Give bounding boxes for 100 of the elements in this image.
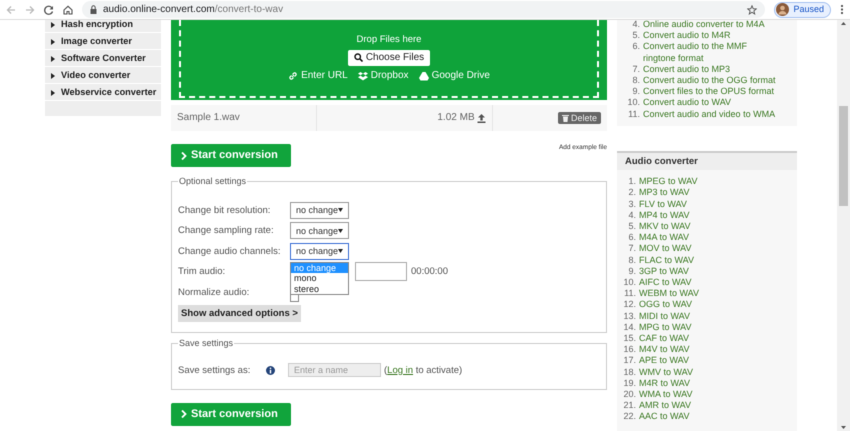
caret-icon xyxy=(338,228,343,233)
lock-icon xyxy=(90,5,97,14)
list-number: 15. xyxy=(622,333,637,344)
converter-link[interactable]: Convert audio to the MMF ringtone format xyxy=(643,41,779,64)
caret-icon xyxy=(51,90,55,96)
profile-button[interactable]: Paused xyxy=(774,2,831,18)
converter-link[interactable]: MPG to WAV xyxy=(639,322,692,334)
caret-icon xyxy=(338,249,343,254)
converter-link[interactable]: Convert audio to WAV xyxy=(643,97,732,109)
reload-icon[interactable] xyxy=(44,4,54,14)
sidebar-item[interactable]: Webservice converter xyxy=(45,84,161,101)
converter-link[interactable]: M4V to WAV xyxy=(639,344,690,356)
dropdown-option[interactable]: mono xyxy=(291,273,348,284)
list-number: 14. xyxy=(622,322,637,334)
choose-files-button[interactable]: Choose Files xyxy=(348,50,430,66)
converter-link[interactable]: MKV to WAV xyxy=(639,221,691,232)
star-icon[interactable] xyxy=(747,4,758,14)
source-link[interactable]: Dropbox xyxy=(358,70,409,82)
source-link[interactable]: Google Drive xyxy=(418,70,490,82)
drop-zone[interactable]: Drop Files here Choose Files Enter URL Dropbox Google Drive xyxy=(171,20,607,100)
converter-link[interactable]: WMV to WAV xyxy=(639,366,693,378)
setting-label: Change bit resolution: xyxy=(178,204,272,216)
converter-link[interactable]: AIFC to WAV xyxy=(639,277,692,288)
converter-link[interactable]: Convert audio to M4R xyxy=(643,30,731,42)
drop-title: Drop Files here xyxy=(356,34,422,46)
converter-link[interactable]: Online audio converter to M4A xyxy=(643,20,765,30)
list-number: 20. xyxy=(622,389,637,400)
list-number: 4. xyxy=(627,210,637,222)
converter-link[interactable]: WEBM to WAV xyxy=(639,288,700,300)
converter-link[interactable]: Convert audio to the OGG format xyxy=(643,75,776,86)
converter-link[interactable]: Convert audio and video to WMA xyxy=(643,108,776,120)
list-number: 16. xyxy=(622,344,637,356)
list-number: 12. xyxy=(622,299,637,311)
converter-link[interactable]: APE to WAV xyxy=(639,355,690,367)
list-number: 8. xyxy=(631,75,641,86)
converter-link[interactable]: CAF to WAV xyxy=(639,333,690,344)
list-number: 11. xyxy=(627,108,641,120)
list-number: 3. xyxy=(627,198,637,210)
converter-link[interactable]: MOV to WAV xyxy=(639,243,692,255)
file-name: Sample 1.wav xyxy=(177,112,240,124)
dropdown-select[interactable]: no change xyxy=(290,202,349,219)
converter-link[interactable]: M4R to WAV xyxy=(639,378,690,390)
address-bar[interactable]: audio.online-convert.com/convert-to-wav xyxy=(82,1,766,18)
converter-link[interactable]: 3GP to WAV xyxy=(639,266,689,278)
scroll-down-icon[interactable] xyxy=(841,426,846,429)
list-number: 4. xyxy=(631,20,641,30)
converter-link[interactable]: M4A to WAV xyxy=(639,232,690,244)
converter-link[interactable]: MPEG to WAV xyxy=(639,176,698,188)
setting-label: Normalize audio: xyxy=(178,286,250,298)
section-legend: Save settings xyxy=(178,339,234,348)
converter-link[interactable]: FLV to WAV xyxy=(639,198,687,210)
file-size: 1.02 MB xyxy=(437,112,475,124)
info-icon[interactable] xyxy=(266,366,275,375)
start-conversion-button[interactable]: Start conversion xyxy=(171,402,291,426)
converter-link[interactable]: MIDI to WAV xyxy=(639,310,690,322)
scroll-thumb[interactable] xyxy=(839,106,848,206)
converter-link[interactable]: AAC to WAV xyxy=(639,411,690,423)
converter-link[interactable]: MP3 to WAV xyxy=(639,187,690,199)
list-number: 6. xyxy=(627,232,637,244)
list-number: 6. xyxy=(631,41,641,54)
sidebar-item[interactable]: Software Converter xyxy=(45,50,161,67)
converter-link[interactable]: AMR to WAV xyxy=(639,400,692,412)
dropdown-option[interactable]: no change xyxy=(291,262,348,274)
sidebar-item[interactable]: Video converter xyxy=(45,67,161,84)
scrollbar[interactable] xyxy=(837,20,850,431)
list-number: 9. xyxy=(627,266,637,278)
time-input[interactable] xyxy=(355,262,407,282)
dropdown-select[interactable]: no change xyxy=(290,242,349,260)
converter-link[interactable]: Convert audio to MP3 xyxy=(643,64,730,76)
sidebar-item[interactable]: Image converter xyxy=(45,33,161,50)
converter-link[interactable]: MP4 to WAV xyxy=(639,210,690,222)
list-number: 10. xyxy=(626,97,641,109)
dropdown-select[interactable]: no change xyxy=(290,222,349,240)
delete-button[interactable]: Delete xyxy=(558,112,601,124)
box-icon xyxy=(358,70,368,81)
chevron-icon xyxy=(181,152,187,160)
sidebar-item[interactable]: Hash encryption xyxy=(45,20,161,33)
show-advanced-button[interactable]: Show advanced options > xyxy=(178,304,301,322)
start-conversion-button[interactable]: Start conversion xyxy=(171,144,291,168)
list-number: 5. xyxy=(631,30,641,42)
home-icon[interactable] xyxy=(63,4,73,14)
list-number: 8. xyxy=(627,254,637,266)
menu-icon[interactable] xyxy=(840,4,844,15)
list-number: 22. xyxy=(622,411,637,423)
list-number: 7. xyxy=(627,243,637,255)
login-link[interactable]: Log in xyxy=(387,364,414,376)
converter-link[interactable]: Convert files to the OPUS format xyxy=(643,86,774,98)
caret-icon xyxy=(51,38,55,45)
list-number: 2. xyxy=(627,187,637,199)
upload-icon xyxy=(477,114,486,122)
converter-link[interactable]: OGG to WAV xyxy=(639,299,692,311)
chevron-icon xyxy=(181,410,187,418)
scroll-up-icon[interactable] xyxy=(841,22,846,25)
caret-icon xyxy=(51,22,55,28)
list-number: 17. xyxy=(622,355,637,367)
list-number: 7. xyxy=(631,64,641,76)
converter-link[interactable]: WMA to WAV xyxy=(639,389,693,400)
source-link[interactable]: Enter URL xyxy=(288,70,348,82)
converter-link[interactable]: FLAC to WAV xyxy=(639,254,694,266)
dropdown-option[interactable]: stereo xyxy=(291,284,348,294)
